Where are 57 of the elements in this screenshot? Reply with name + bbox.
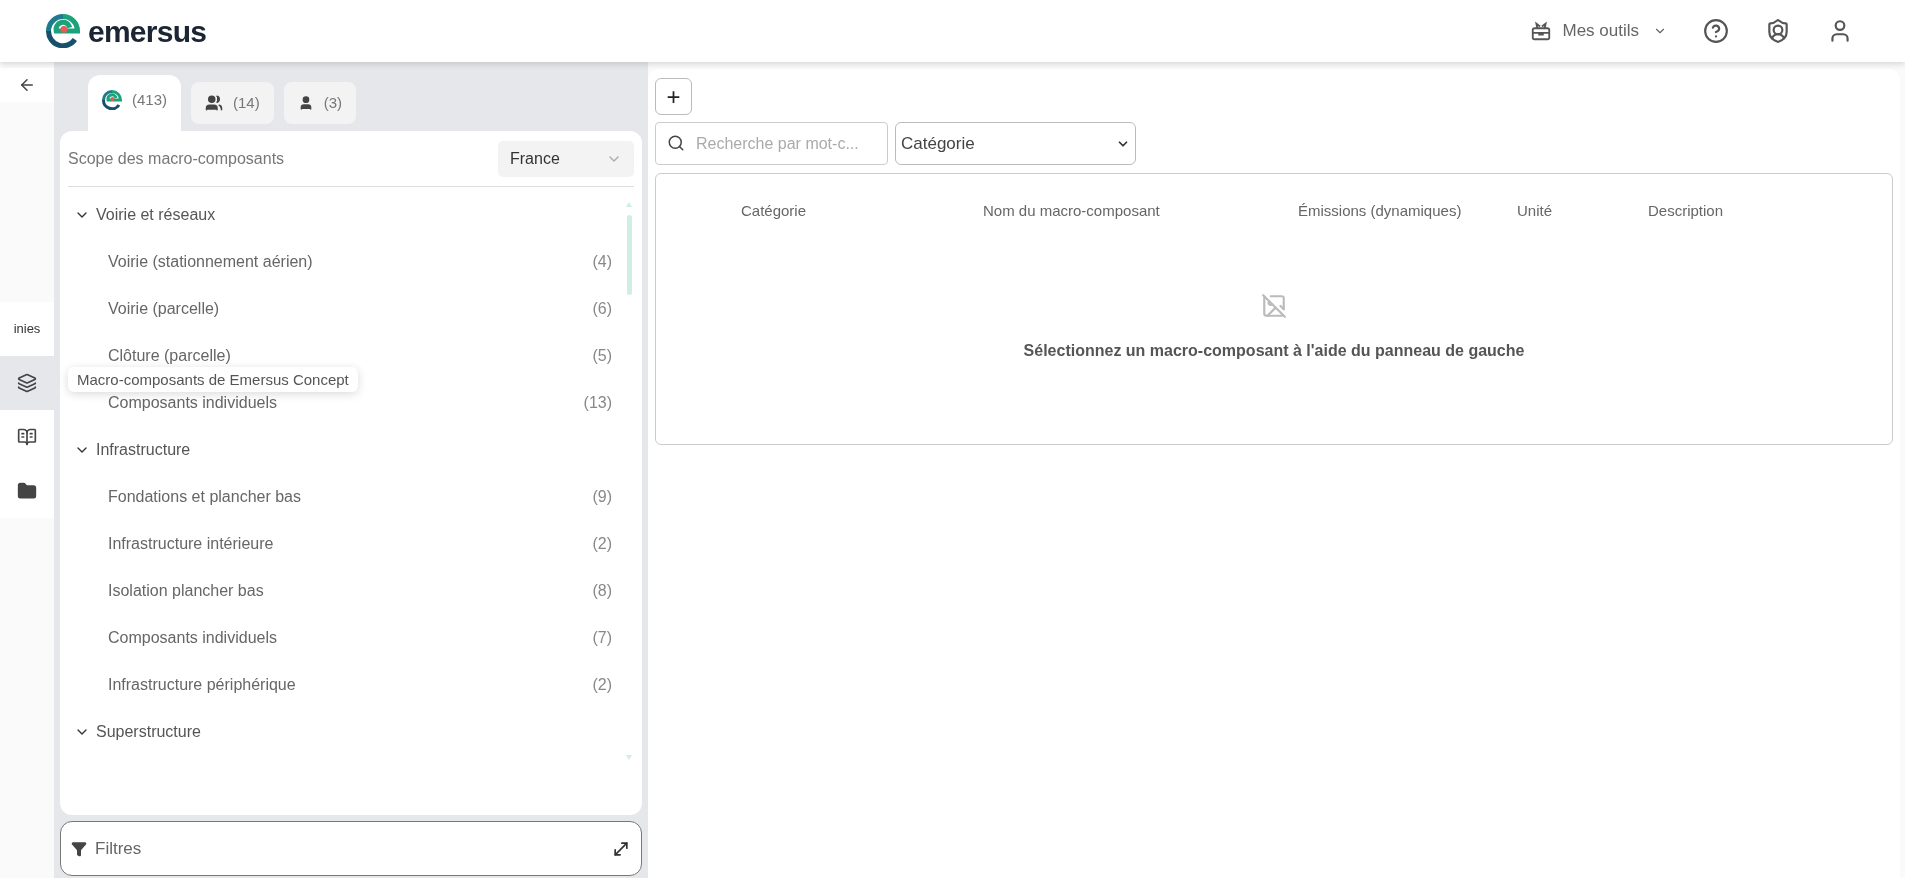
filters-bar[interactable]: Filtres xyxy=(60,821,642,876)
column-header: Catégorie xyxy=(741,202,807,219)
column-header: Unité xyxy=(1517,202,1553,219)
scope-select[interactable]: France xyxy=(498,140,634,177)
toolbox-icon xyxy=(1530,20,1553,42)
tab[interactable]: (3) xyxy=(283,82,357,124)
item-count: (6) xyxy=(592,298,612,319)
rail-item[interactable] xyxy=(0,410,54,464)
tree-item[interactable]: Fondations et plancher bas xyxy=(108,484,301,509)
rail-item[interactable] xyxy=(0,464,54,518)
tree-item[interactable]: Infrastructure intérieure xyxy=(108,531,274,556)
back-button[interactable] xyxy=(0,68,54,102)
help-icon[interactable] xyxy=(1703,18,1729,44)
column-header: Description xyxy=(1648,202,1724,219)
item-count: (2) xyxy=(592,674,612,695)
tree-item[interactable]: Composants individuels xyxy=(108,625,277,650)
rail-item[interactable] xyxy=(0,356,54,410)
scope-label: Scope des macro-composants xyxy=(68,148,285,169)
logo-icon xyxy=(102,90,122,110)
logo-icon xyxy=(46,14,80,48)
empty-message: Sélectionnez un macro-composant à l'aide du panneau de gauche xyxy=(1023,341,1525,361)
tree-item[interactable]: Clôture (parcelle) xyxy=(108,343,231,368)
tools-menu[interactable]: Mes outils xyxy=(1530,18,1667,44)
item-count: (4) xyxy=(592,251,612,272)
search-field[interactable]: Recherche par mot-c... xyxy=(655,122,888,165)
item-count: (2) xyxy=(592,533,612,554)
shield-user-icon[interactable] xyxy=(1765,18,1791,44)
add-button[interactable]: + xyxy=(655,78,692,115)
tooltip: Macro-composants de Emersus Concept xyxy=(68,367,358,392)
item-count: (7) xyxy=(592,627,612,648)
item-count: (5) xyxy=(592,345,612,366)
tree-item[interactable]: Voirie (stationnement aérien) xyxy=(108,249,313,274)
tree-item[interactable]: Isolation plancher bas xyxy=(108,578,264,603)
layers-icon xyxy=(17,373,37,393)
item-count: (8) xyxy=(592,580,612,601)
item-count: (13) xyxy=(583,392,612,413)
back-icon xyxy=(18,76,36,94)
column-header: Nom du macro-composant xyxy=(983,202,1160,219)
rail-item[interactable]: inies xyxy=(0,302,54,356)
tree-item[interactable]: Composants individuels xyxy=(108,390,277,415)
filter-icon xyxy=(71,840,87,857)
tree-category[interactable]: Superstructure xyxy=(60,708,612,755)
category-select[interactable]: Catégorie xyxy=(895,122,1136,165)
tab[interactable]: (14) xyxy=(191,82,274,124)
no-image-icon xyxy=(1261,293,1287,319)
column-header: Émissions (dynamiques) xyxy=(1298,202,1462,219)
tab[interactable]: (413) xyxy=(88,75,182,131)
search-icon xyxy=(667,134,685,152)
tree-item[interactable]: Voirie (parcelle) xyxy=(108,296,220,321)
group-icon xyxy=(205,94,224,112)
book-icon xyxy=(17,427,37,447)
tree-category[interactable]: Infrastructure xyxy=(60,426,612,473)
tree-category[interactable]: Voirie et réseaux xyxy=(60,191,612,238)
tree-item[interactable]: Infrastructure périphérique xyxy=(108,672,296,697)
brand-name: emersus xyxy=(88,13,207,50)
folder-icon xyxy=(17,481,37,501)
item-count: (9) xyxy=(592,486,612,507)
